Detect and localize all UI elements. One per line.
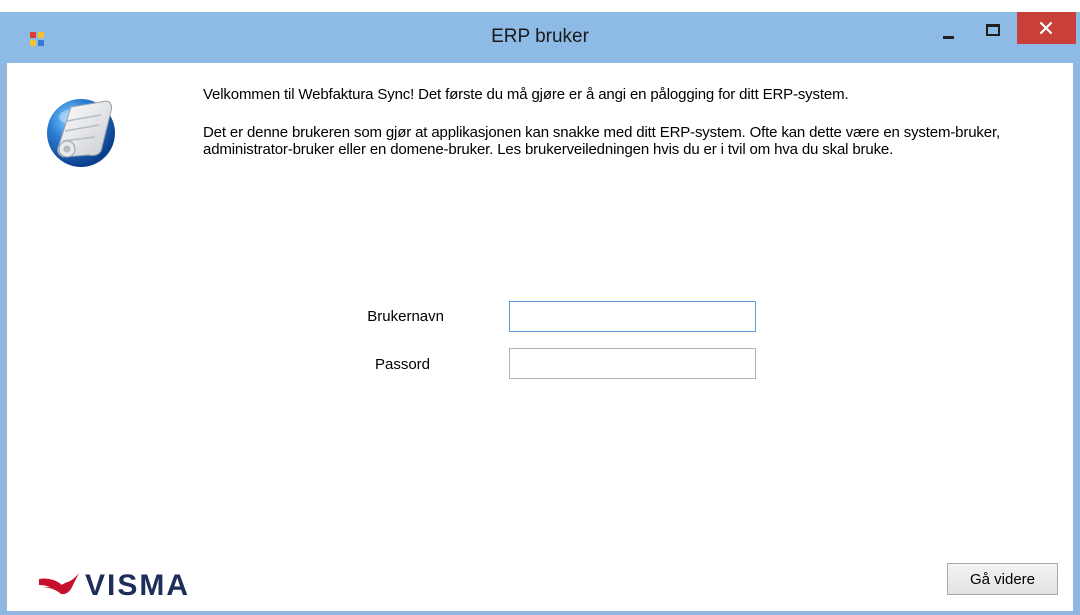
minimize-icon <box>943 36 954 39</box>
visma-logo: VISMA <box>39 569 190 597</box>
description-text: Det er denne brukeren som gjør at applik… <box>203 124 1000 158</box>
close-button[interactable] <box>1017 12 1076 44</box>
intro-text: Velkommen til Webfaktura Sync! Det først… <box>203 86 849 103</box>
window-title: ERP bruker <box>491 26 589 47</box>
dialog-window: ERP bruker Velkommen til Webfaktura Sync… <box>0 12 1080 615</box>
username-label: Brukernavn <box>367 308 444 325</box>
password-input[interactable] <box>509 348 756 379</box>
password-label: Passord <box>374 356 430 373</box>
top-strip <box>0 0 1080 12</box>
maximize-button[interactable] <box>978 16 1008 42</box>
close-icon <box>1040 22 1052 34</box>
username-input[interactable] <box>509 301 756 332</box>
titlebar[interactable]: ERP bruker <box>0 12 1080 63</box>
minimize-button[interactable] <box>934 16 964 42</box>
scroll-sphere-icon <box>47 99 115 167</box>
next-button[interactable]: Gå videre <box>947 563 1058 595</box>
visma-wordmark: VISMA <box>85 569 190 597</box>
maximize-icon <box>986 24 1000 36</box>
client-area: Velkommen til Webfaktura Sync! Det først… <box>7 63 1073 611</box>
